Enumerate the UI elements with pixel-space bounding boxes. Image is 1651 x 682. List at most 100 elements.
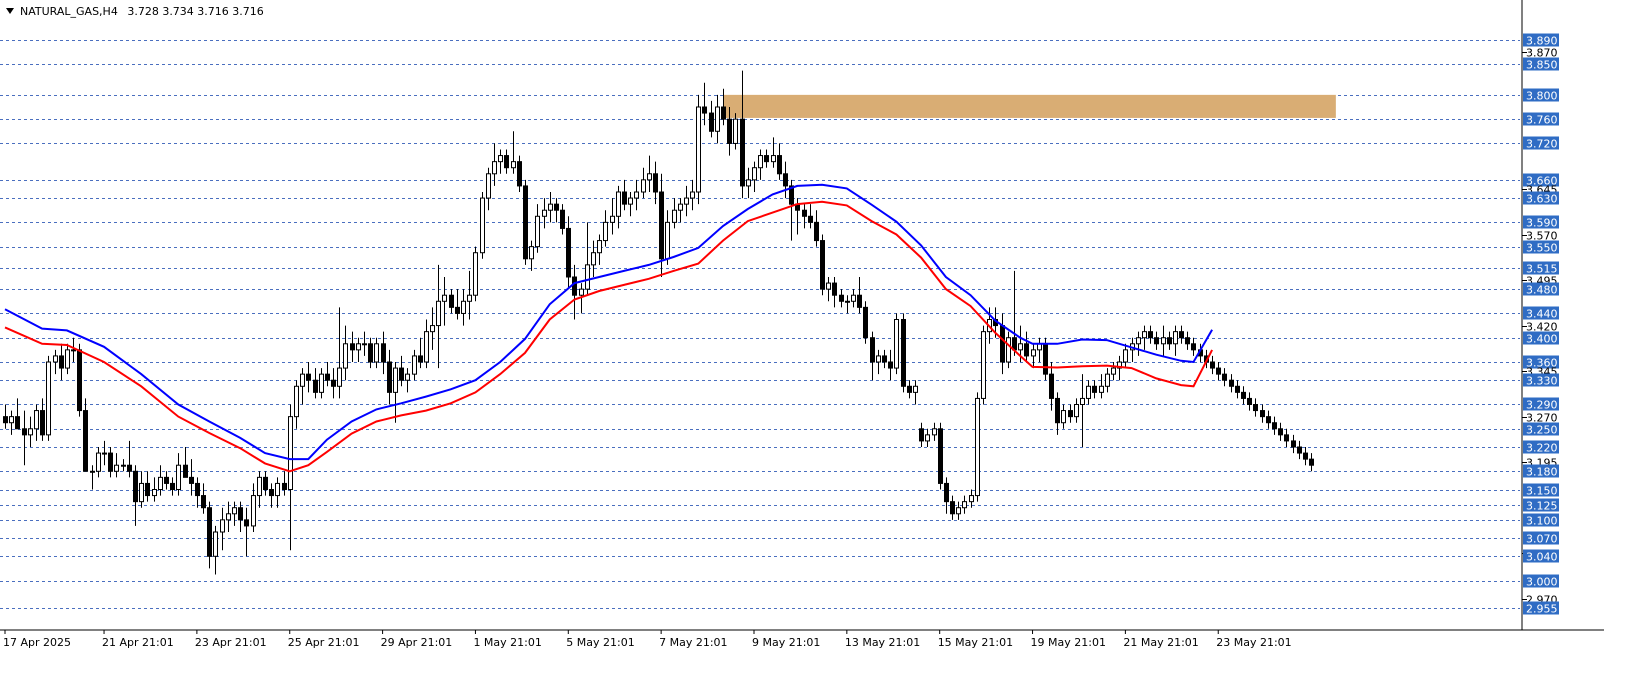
candle-body <box>282 482 287 490</box>
candle-body <box>845 300 850 303</box>
candle-body <box>455 306 460 314</box>
chart-header: NATURAL_GAS,H4 3.728 3.734 3.716 3.716 <box>20 5 264 18</box>
candle-body <box>164 476 169 484</box>
candle-body <box>473 252 478 296</box>
candle-body <box>932 428 937 436</box>
candle-body <box>102 452 107 455</box>
candle-body <box>1173 331 1178 345</box>
candle-body <box>313 379 318 393</box>
candle-body <box>956 507 961 515</box>
candle-body <box>1222 373 1227 381</box>
candle-body <box>381 343 386 363</box>
candle-body <box>665 221 670 260</box>
candle-body <box>331 379 336 387</box>
candle-body <box>962 501 967 509</box>
price-tick-label: 3.150 <box>1526 485 1558 498</box>
candle-body <box>1154 337 1159 345</box>
candle-body <box>220 519 225 533</box>
candle-body <box>1006 337 1011 363</box>
candle-body <box>418 355 423 363</box>
time-tick-label: 17 Apr 2025 <box>3 636 71 649</box>
candle-body <box>1284 434 1289 442</box>
candle-body <box>59 355 64 369</box>
candle-body <box>9 416 14 424</box>
candle-body <box>647 173 652 181</box>
candle-body <box>114 464 119 472</box>
candle-body <box>257 476 262 497</box>
candle-body <box>34 410 39 430</box>
candle-body <box>121 464 126 467</box>
candle-body <box>1049 373 1054 399</box>
candle-body <box>251 495 256 527</box>
candle-body <box>498 155 503 163</box>
candle-body <box>1074 404 1079 418</box>
candle-body <box>319 373 324 393</box>
candle-body <box>529 246 534 260</box>
candle-body <box>511 161 516 169</box>
candle-body <box>913 385 918 393</box>
candle-body <box>919 428 924 442</box>
candle-body <box>399 367 404 381</box>
candle-body <box>938 428 943 484</box>
candle-body <box>653 173 658 193</box>
candle-body <box>572 276 577 296</box>
time-tick-label: 23 May 21:01 <box>1216 636 1291 649</box>
candle-body <box>1272 422 1277 430</box>
candle-body <box>672 209 677 223</box>
time-tick-label: 25 Apr 21:01 <box>288 636 360 649</box>
price-tick-label: 3.125 <box>1526 500 1558 513</box>
candle-body <box>888 361 893 369</box>
candle-body <box>944 482 949 503</box>
candle-body <box>950 501 955 515</box>
candle-body <box>641 179 646 193</box>
candle-body <box>53 355 58 363</box>
candle-body <box>771 155 776 163</box>
candle-body <box>40 410 45 436</box>
candle-body <box>863 306 868 339</box>
candle-body <box>133 470 138 503</box>
candle-body <box>306 373 311 381</box>
candle-body <box>504 155 509 169</box>
price-tick-label: 2.955 <box>1526 603 1558 616</box>
candle-body <box>71 349 76 352</box>
time-tick-label: 21 May 21:01 <box>1123 636 1198 649</box>
candle-body <box>22 428 27 436</box>
candle-body <box>752 167 757 181</box>
price-tick-label: 3.000 <box>1526 576 1558 589</box>
candle-body <box>195 482 200 497</box>
candle-body <box>83 410 88 472</box>
candle-body <box>857 294 862 308</box>
candle-body <box>1235 385 1240 393</box>
candle-body <box>213 531 218 557</box>
price-tick-label: 3.850 <box>1526 59 1558 72</box>
candle-body <box>684 197 689 205</box>
resistance-zone-layer <box>723 94 1336 118</box>
candle-body <box>170 482 175 490</box>
price-tick-label: 3.550 <box>1526 242 1558 255</box>
price-tick-label: 3.760 <box>1526 114 1558 127</box>
candle-body <box>560 209 565 229</box>
candle-body <box>480 197 485 254</box>
candle-body <box>387 361 392 393</box>
candle-body <box>721 106 726 120</box>
candle-body <box>802 209 807 217</box>
price-tick-label: 3.800 <box>1526 90 1558 103</box>
candle-body <box>1167 337 1172 345</box>
candle-body <box>832 282 837 296</box>
time-tick-label: 21 Apr 21:01 <box>102 636 174 649</box>
candle-body <box>733 118 738 144</box>
candle-body <box>461 300 466 314</box>
time-tick-label: 9 May 21:01 <box>752 636 820 649</box>
candle-body <box>1099 385 1104 393</box>
candle-body <box>3 416 8 424</box>
candle-body <box>1055 397 1060 424</box>
resistance-zone <box>723 94 1336 118</box>
candle-body <box>300 373 305 387</box>
candle-body <box>226 513 231 521</box>
price-chart[interactable]: 3.8903.8703.8503.8003.7603.7203.6603.645… <box>0 0 1651 682</box>
candle-body <box>152 489 157 497</box>
candle-body <box>1253 404 1258 412</box>
candle-body <box>1024 343 1029 357</box>
candle-body <box>746 179 751 187</box>
candle-body <box>715 106 720 132</box>
